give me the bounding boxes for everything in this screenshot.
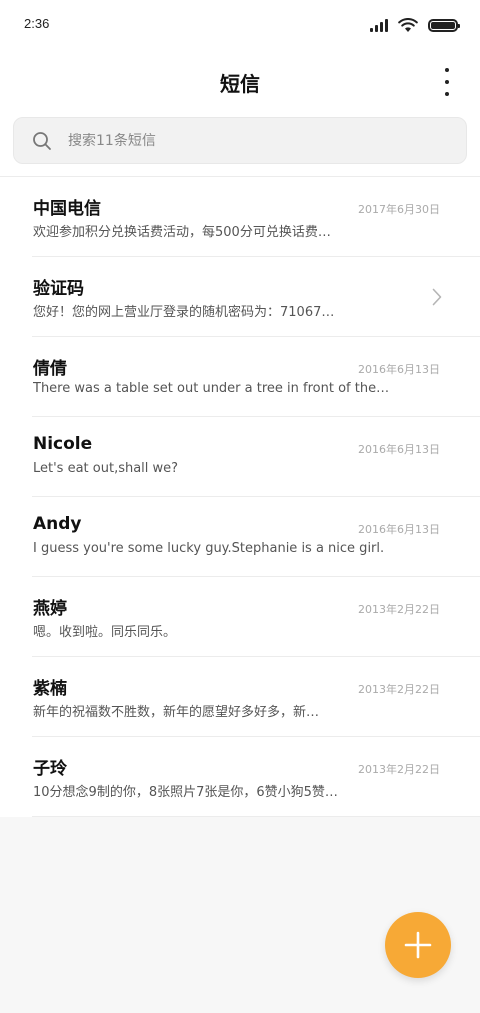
message-preview: 新年的祝福数不胜数，新年的愿望好多好多，新…	[33, 705, 320, 720]
sender-name: Nicole	[33, 434, 93, 454]
conversation-item[interactable]: 倩倩 2016年6月13日 There was a table set out …	[0, 337, 480, 417]
message-preview: I guess you're some lucky guy.Stephanie …	[33, 541, 385, 556]
battery-icon	[428, 18, 460, 32]
message-date: 2013年2月22日	[358, 763, 440, 776]
search-icon	[33, 131, 51, 150]
message-date: 2016年6月13日	[358, 523, 440, 536]
more-options-button[interactable]	[440, 68, 454, 96]
conversation-item[interactable]: Nicole 2016年6月13日 Let's eat out,shall we…	[0, 417, 480, 497]
message-date: 2016年6月13日	[358, 363, 440, 376]
sender-name: 燕婷	[33, 599, 67, 619]
page-title: 短信	[220, 72, 260, 96]
conversation-item[interactable]: 燕婷 2013年2月22日 嗯。收到啦。同乐同乐。	[0, 577, 480, 657]
message-date: 2013年2月22日	[358, 603, 440, 616]
new-message-button[interactable]	[385, 912, 451, 978]
status-bar: 2:36	[0, 0, 480, 50]
message-list: 中国电信 2017年6月30日 欢迎参加积分兑换话费活动，每500分可兑换话费……	[0, 177, 480, 817]
message-date: 2017年6月30日	[358, 203, 440, 216]
messages-screen: 2:36 短信 搜索11条短信 中国电信 2017年6月30日 欢迎参加积分兑换…	[0, 0, 480, 1013]
more-vertical-icon	[445, 68, 449, 72]
message-date: 2013年2月22日	[358, 683, 440, 696]
sender-name: 子玲	[33, 759, 67, 779]
message-date: 2016年6月13日	[358, 443, 440, 456]
conversation-item[interactable]: 验证码 您好！您的网上营业厅登录的随机密码为：71067…	[0, 257, 480, 337]
app-header: 短信	[0, 56, 480, 108]
sender-name: 紫楠	[33, 679, 67, 699]
conversation-item[interactable]: 子玲 2013年2月22日 10分想念9制的你，8张照片7张是你，6赞小狗5赞…	[0, 737, 480, 817]
wifi-icon	[398, 17, 418, 32]
message-preview: There was a table set out under a tree i…	[33, 381, 393, 396]
status-icons	[370, 16, 460, 34]
message-preview: 嗯。收到啦。同乐同乐。	[33, 625, 177, 640]
message-preview: 欢迎参加积分兑换话费活动，每500分可兑换话费…	[33, 225, 331, 240]
sender-name: Andy	[33, 514, 82, 534]
conversation-item[interactable]: 中国电信 2017年6月30日 欢迎参加积分兑换话费活动，每500分可兑换话费…	[0, 177, 480, 257]
conversation-item[interactable]: Andy 2016年6月13日 I guess you're some luck…	[0, 497, 480, 577]
content-area: 2:36 短信 搜索11条短信 中国电信 2017年6月30日 欢迎参加积分兑换…	[0, 0, 480, 817]
message-preview: 您好！您的网上营业厅登录的随机密码为：71067…	[33, 305, 335, 320]
sender-name: 验证码	[33, 279, 84, 299]
conversation-item[interactable]: 紫楠 2013年2月22日 新年的祝福数不胜数，新年的愿望好多好多，新…	[0, 657, 480, 737]
message-preview: 10分想念9制的你，8张照片7张是你，6赞小狗5赞…	[33, 785, 338, 800]
signal-icon	[370, 18, 388, 32]
chevron-right-icon	[432, 288, 442, 306]
plus-icon	[404, 931, 432, 959]
status-time: 2:36	[24, 16, 50, 31]
search-input[interactable]	[68, 132, 428, 149]
message-preview: Let's eat out,shall we?	[33, 461, 179, 476]
sender-name: 倩倩	[33, 359, 67, 379]
sender-name: 中国电信	[33, 199, 101, 219]
search-bar[interactable]	[13, 117, 467, 164]
